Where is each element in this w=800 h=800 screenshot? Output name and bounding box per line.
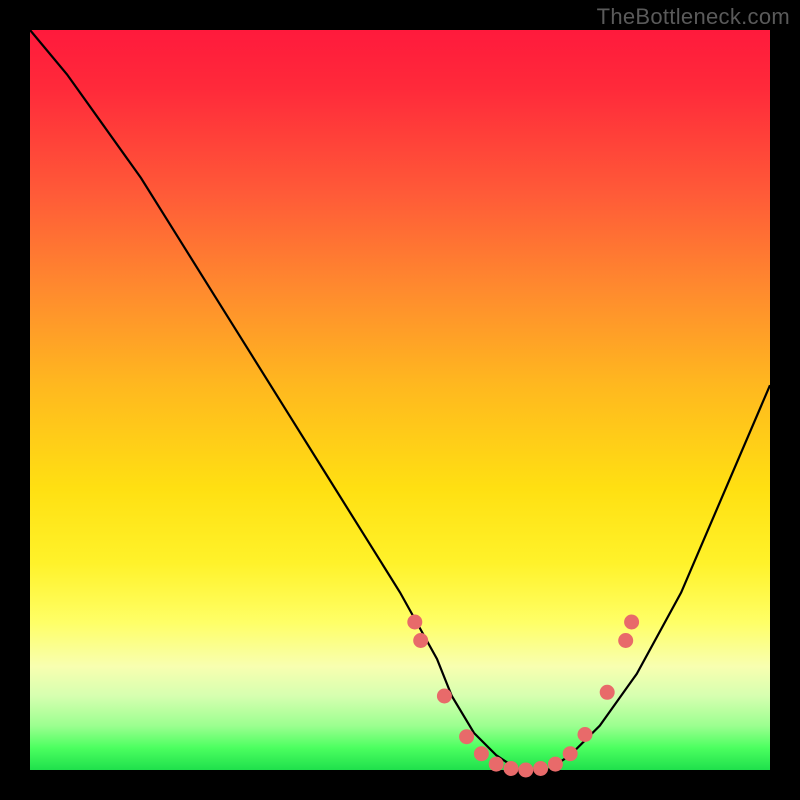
sweet-spot-points bbox=[408, 615, 639, 777]
sweet-spot-point bbox=[474, 747, 488, 761]
sweet-spot-point bbox=[619, 634, 633, 648]
bottleneck-curve bbox=[30, 30, 770, 770]
sweet-spot-point bbox=[519, 763, 533, 777]
bottleneck-curve-svg bbox=[30, 30, 770, 770]
plot-area bbox=[30, 30, 770, 770]
watermark-text: TheBottleneck.com bbox=[597, 4, 790, 30]
sweet-spot-point bbox=[563, 747, 577, 761]
sweet-spot-point bbox=[460, 730, 474, 744]
sweet-spot-point bbox=[489, 757, 503, 771]
sweet-spot-point bbox=[408, 615, 422, 629]
sweet-spot-point bbox=[437, 689, 451, 703]
chart-frame: TheBottleneck.com bbox=[0, 0, 800, 800]
sweet-spot-point bbox=[625, 615, 639, 629]
sweet-spot-point bbox=[504, 762, 518, 776]
sweet-spot-point bbox=[578, 728, 592, 742]
sweet-spot-point bbox=[548, 757, 562, 771]
sweet-spot-point bbox=[414, 634, 428, 648]
sweet-spot-point bbox=[600, 685, 614, 699]
sweet-spot-point bbox=[534, 762, 548, 776]
